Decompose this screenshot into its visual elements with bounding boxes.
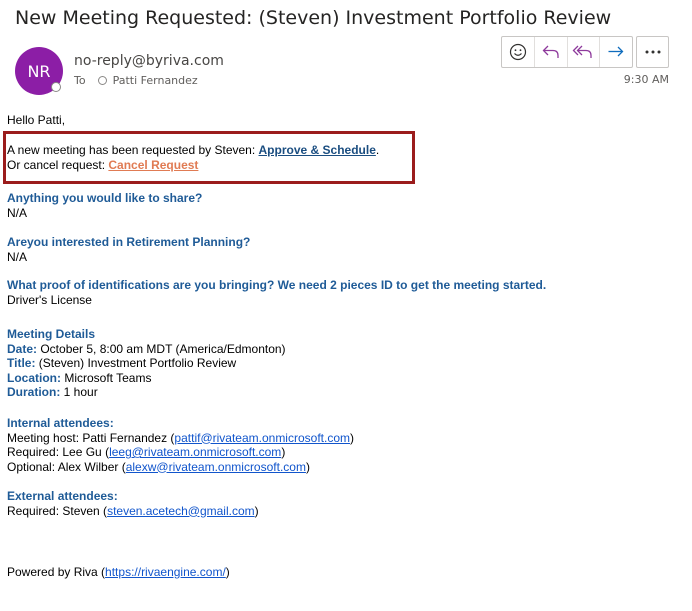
cancel-line: Or cancel request: Cancel Request — [7, 158, 379, 173]
request-period: . — [375, 143, 380, 157]
presence-status-icon — [51, 82, 61, 92]
attendee-suffix: ) — [254, 503, 259, 518]
attendee-email-link[interactable]: pattif@rivateam.onmicrosoft.com — [174, 431, 350, 445]
footer-text: Powered by Riva ( — [7, 565, 106, 579]
attendee-text: Optional: Alex Wilber ( — [7, 459, 126, 474]
duration-label: Duration: — [7, 385, 61, 399]
attendee-text: Required: Steven ( — [7, 503, 108, 518]
question-title: What proof of identifications are you br… — [7, 278, 547, 292]
message-actions-toolbar — [501, 36, 633, 68]
cancel-text: Or cancel request: — [7, 157, 109, 172]
emoji-icon — [509, 43, 526, 61]
attendee-suffix: ) — [281, 445, 286, 459]
request-block: A new meeting has been requested by Stev… — [7, 143, 379, 172]
duration-row: Duration: 1 hour — [7, 385, 286, 400]
question-answer: Driver's License — [7, 292, 92, 307]
reply-button[interactable] — [535, 37, 568, 67]
question-3: What proof of identifications are you br… — [7, 278, 546, 307]
recipient-name[interactable]: Patti Fernandez — [113, 74, 198, 87]
date-row: Date: October 5, 8:00 am MDT (America/Ed… — [7, 342, 286, 357]
attendee-email-link[interactable]: alexw@rivateam.onmicrosoft.com — [126, 460, 306, 474]
title-value: (Steven) Investment Portfolio Review — [35, 356, 237, 370]
footer: Powered by Riva (https://rivaengine.com/… — [7, 565, 230, 580]
forward-button[interactable] — [600, 37, 632, 67]
date-label: Date: — [7, 341, 38, 356]
attendee-text: Meeting host: Patti Fernandez ( — [7, 430, 175, 445]
attendee-row: Meeting host: Patti Fernandez (pattif@ri… — [7, 431, 354, 446]
meeting-details-title: Meeting Details — [7, 327, 96, 341]
title-row: Title: (Steven) Investment Portfolio Rev… — [7, 356, 286, 371]
question-1: Anything you would like to share? N/A — [7, 191, 202, 220]
date-value: October 5, 8:00 am MDT (America/Edmonton… — [37, 341, 286, 356]
to-label: To — [74, 74, 86, 87]
avatar-initials: NR — [27, 61, 51, 81]
cancel-request-link[interactable]: Cancel Request — [108, 158, 198, 172]
attendee-row: Required: Lee Gu (leeg@rivateam.onmicros… — [7, 445, 354, 460]
question-answer: N/A — [7, 249, 28, 264]
location-value: Microsoft Teams — [61, 370, 152, 385]
request-line: A new meeting has been requested by Stev… — [7, 143, 379, 158]
question-title: Anything you would like to share? — [7, 191, 203, 205]
greeting: Hello Patti, — [7, 113, 66, 127]
external-attendees: External attendees: Required: Steven (st… — [7, 489, 259, 518]
external-attendees-title: External attendees: — [7, 489, 118, 503]
title-label: Title: — [7, 356, 36, 370]
forward-icon — [608, 46, 624, 57]
location-label: Location: — [7, 370, 61, 385]
location-row: Location: Microsoft Teams — [7, 371, 286, 386]
reply-all-icon — [572, 45, 593, 58]
request-text: A new meeting has been requested by Stev… — [7, 143, 259, 157]
reply-icon — [542, 45, 559, 58]
footer-suffix: ) — [225, 565, 230, 579]
attendee-suffix: ) — [350, 430, 354, 445]
emoji-reaction-button[interactable] — [502, 37, 535, 67]
sender-address[interactable]: no-reply@byriva.com — [74, 53, 224, 69]
more-actions-button[interactable] — [636, 36, 669, 68]
duration-value: 1 hour — [60, 385, 98, 399]
attendee-email-link[interactable]: leeg@rivateam.onmicrosoft.com — [109, 445, 281, 459]
riva-link[interactable]: https://rivaengine.com/ — [105, 565, 226, 579]
attendee-row: Optional: Alex Wilber (alexw@rivateam.on… — [7, 460, 354, 475]
recipient-row: To Patti Fernandez — [74, 74, 198, 87]
approve-schedule-link[interactable]: Approve & Schedule — [259, 143, 376, 157]
email-subject: New Meeting Requested: (Steven) Investme… — [15, 7, 612, 29]
reply-all-button[interactable] — [568, 37, 601, 67]
received-time: 9:30 AM — [623, 73, 669, 86]
meeting-details: Meeting Details Date: October 5, 8:00 am… — [7, 327, 286, 400]
attendee-email-link[interactable]: steven.acetech@gmail.com — [107, 504, 255, 518]
attendee-row: Required: Steven (steven.acetech@gmail.c… — [7, 504, 259, 519]
internal-attendees: Internal attendees: Meeting host: Patti … — [7, 416, 354, 474]
question-2: Areyou interested in Retirement Planning… — [7, 235, 250, 264]
internal-attendees-title: Internal attendees: — [7, 416, 114, 430]
question-answer: N/A — [7, 205, 28, 220]
question-title: Areyou interested in Retirement Planning… — [7, 235, 251, 249]
attendee-text: Required: Lee Gu ( — [7, 445, 110, 459]
attendee-suffix: ) — [305, 459, 310, 474]
recipient-presence-icon — [97, 76, 107, 85]
more-icon — [645, 50, 660, 54]
